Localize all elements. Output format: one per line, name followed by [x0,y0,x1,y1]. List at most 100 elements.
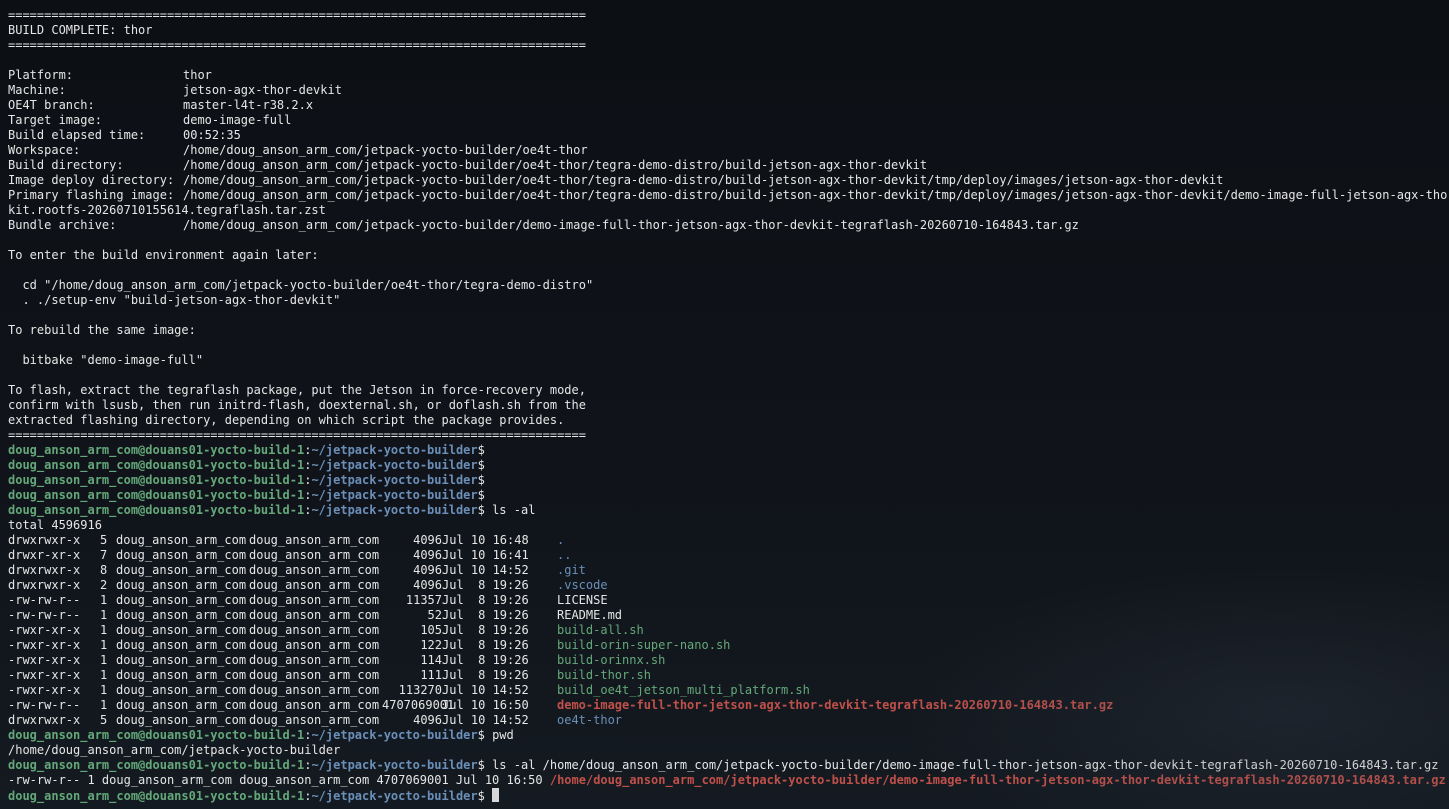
summary-value: /home/doug_anson_arm_com/jetpack-yocto-b… [183,158,928,172]
prompt-user-host: doug_anson_arm_com@douans01-yocto-build-… [8,503,305,517]
ls-size: 111 [420,668,442,682]
text-cursor[interactable] [492,788,500,802]
summary-label: Bundle archive: [8,218,117,232]
ls-date: Jul 8 19:26 [442,593,529,607]
ls-filename[interactable]: .vscode [557,578,608,592]
ls-filename[interactable]: build-orinnx.sh [557,653,665,667]
reenter-setup-env-command: . ./setup-env "build-jetson-agx-thor-dev… [8,293,341,307]
summary-row: Build directory: /home/doug_anson_arm_com… [8,158,1449,173]
active-prompt-line[interactable]: doug_anson_arm_com@douans01-yocto-build-… [8,788,1449,803]
summary-label: Machine: [8,83,66,97]
ls-filename[interactable]: . [557,533,564,547]
ls-perms: -rwxr-xr-x [8,653,81,667]
ls-group: doug_anson_arm_com [249,653,380,667]
ls-archive-command: ls -al /home/doug_anson_arm_com/jetpack-… [484,758,1439,772]
summary-label: OE4T branch: [8,98,95,112]
ls-row: drwxrwxr-x 2 doug_anson_arm_com doug_anson_… [8,578,1449,593]
summary-value: master-l4t-r38.2.x [183,98,314,112]
ls-row: drwxrwxr-x 5 doug_anson_arm_com doug_anson_… [8,713,1449,728]
ls-date: Jul 10 14:52 [442,683,529,697]
summary-row: Build elapsed time: 00:52:35 [8,128,1449,143]
summary-row: Machine: jetson-agx-thor-devkit [8,83,1449,98]
summary-value: kit.rootfs-20260710155614.tegraflash.tar… [8,203,326,217]
build-title: BUILD COMPLETE: thor [8,23,153,37]
summary-value: /home/doug_anson_arm_com/jetpack-yocto-b… [183,143,588,157]
summary-label: Build elapsed time: [8,128,146,142]
summary-value: jetson-agx-thor-devkit [183,83,342,97]
ls-perms: -rwxr-xr-x [8,638,81,652]
ls-links: 1 [100,668,108,682]
ls-date: Jul 10 14:52 [442,563,529,577]
ls-filename[interactable]: build-all.sh [557,623,644,637]
ls-size: 122 [420,638,442,652]
ls-group: doug_anson_arm_com [249,713,380,727]
flash-instructions-line: confirm with lsusb, then run initrd-flas… [8,398,586,412]
ls-links: 5 [100,713,108,727]
ls-links: 2 [100,578,108,592]
ls-row: -rw-rw-r-- 1 doug_anson_arm_com doug_anson_… [8,608,1449,623]
ls-total: total 4596916 [8,518,102,532]
ls-links: 8 [100,563,108,577]
terminal-window[interactable]: ========================================… [0,0,1449,809]
prompt-user-host: doug_anson_arm_com@douans01-yocto-build-… [8,443,305,457]
summary-label: Image deploy directory: [8,173,175,187]
ls-perms: -rwxr-xr-x [8,683,81,697]
prompt-symbol: $ [477,473,485,487]
ls-filename[interactable]: LICENSE [557,593,608,607]
prompt-symbol: $ [477,789,485,803]
ls-size: 114 [420,653,442,667]
ls-group: doug_anson_arm_com [249,698,380,712]
prompt-symbol: $ [477,503,485,517]
ls-size: 11357 [405,593,442,607]
ls-perms: drwxrwxr-x [8,563,81,577]
ls-perms: -rw-rw-r-- [8,608,81,622]
prompt-cwd: ~/jetpack-yocto-builder [311,728,478,742]
ls-filename[interactable]: demo-image-full-thor-jetson-agx-thor-dev… [557,698,1113,712]
prompt-symbol: $ [477,488,485,502]
prompt-user-host: doug_anson_arm_com@douans01-yocto-build-… [8,473,305,487]
prompt-user-host: doug_anson_arm_com@douans01-yocto-build-… [8,789,305,803]
summary-value: thor [183,68,212,82]
ls-size: 4096 [413,563,442,577]
ls-filename[interactable]: README.md [557,608,622,622]
flash-instructions-line: extracted flashing directory, depending … [8,413,565,427]
flash-instructions-line: To flash, extract the tegraflash package… [8,383,586,397]
ls-filename[interactable]: build_oe4t_jetson_multi_platform.sh [557,683,810,697]
ls-filename[interactable]: .. [557,548,571,562]
ls-row: -rw-rw-r-- 1 doug_anson_arm_com doug_anson_… [8,593,1449,608]
ls-size: 113270 [398,683,442,697]
pwd-command: pwd [484,728,514,742]
ls-filename[interactable]: oe4t-thor [557,713,622,727]
ls-row: -rwxr-xr-x 1 doug_anson_arm_com doug_anson_… [8,638,1449,653]
summary-value: /home/doug_anson_arm_com/jetpack-yocto-b… [183,188,1449,202]
ls-links: 1 [100,623,108,637]
prompt-line: doug_anson_arm_com@douans01-yocto-build-… [8,458,485,472]
ls-filename[interactable]: build-orin-super-nano.sh [557,638,730,652]
summary-label: Platform: [8,68,74,82]
ls-group: doug_anson_arm_com [249,563,380,577]
summary-row: OE4T branch: master-l4t-r38.2.x [8,98,1449,113]
prompt-line-ls: doug_anson_arm_com@douans01-yocto-build-… [8,503,536,517]
ls-filename[interactable]: .git [557,563,586,577]
ls-archive-name: /home/doug_anson_arm_com/jetpack-yocto-b… [549,773,1446,787]
ls-date: Jul 10 16:50 [442,698,529,712]
ls-perms: drwxrwxr-x [8,578,81,592]
summary-row: Image deploy directory: /home/doug_anson_… [8,173,1449,188]
ls-row: -rwxr-xr-x 1 doug_anson_arm_com doug_anson_… [8,683,1449,698]
ls-size: 4096 [413,548,442,562]
ls-owner: doug_anson_arm_com [116,578,247,592]
ls-date: Jul 10 16:41 [442,548,529,562]
ls-command: ls -al [484,503,536,517]
ls-owner: doug_anson_arm_com [116,698,247,712]
ls-perms: -rw-rw-r-- [8,593,81,607]
prompt-symbol: $ [477,458,485,472]
ls-group: doug_anson_arm_com [249,668,380,682]
ls-filename[interactable]: build-thor.sh [557,668,651,682]
ls-size: 52 [427,608,442,622]
ls-date: Jul 8 19:26 [442,578,529,592]
summary-row: Primary flashing image: /home/doug_anson_… [8,188,1449,203]
ls-date: Jul 8 19:26 [442,668,529,682]
